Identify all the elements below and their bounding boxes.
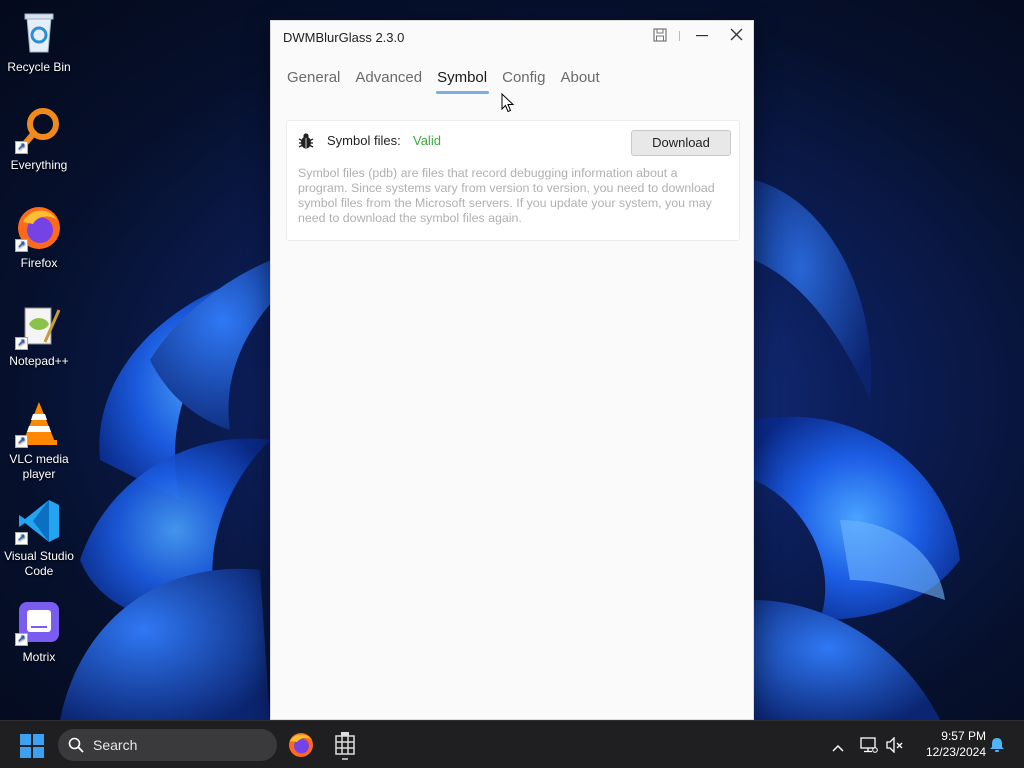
close-icon — [730, 28, 743, 44]
title-bar[interactable]: DWMBlurGlass 2.3.0 — [271, 21, 753, 53]
download-button[interactable]: Download — [631, 130, 731, 156]
desktop-icon-label: Notepad++ — [9, 354, 69, 368]
shortcut-arrow-icon: ↗ — [15, 633, 28, 646]
symbol-files-card: Symbol files: Valid Download Symbol file… — [286, 120, 740, 241]
windows-logo-icon — [20, 734, 31, 745]
tray-overflow-button[interactable] — [828, 721, 848, 768]
motrix-icon: ↗ — [15, 598, 63, 646]
search-icon — [68, 737, 84, 753]
minimize-button[interactable] — [685, 21, 719, 51]
vlc-icon: ↗ — [15, 400, 63, 448]
firefox-icon — [285, 733, 317, 765]
firefox-icon: ↗ — [15, 204, 63, 252]
tab-about[interactable]: About — [560, 69, 607, 94]
save-icon — [653, 27, 667, 45]
desktop-icon-vlc[interactable]: ↗ VLC media player — [0, 400, 78, 482]
symbol-description: Symbol files (pdb) are files that record… — [298, 166, 715, 225]
clock-time: 9:57 PM — [941, 729, 986, 743]
volume-muted-icon — [886, 736, 904, 758]
everything-icon: ↗ — [15, 106, 63, 154]
symbol-files-label: Symbol files: — [327, 133, 401, 148]
desktop-icon-label: Visual Studio Code — [4, 549, 74, 578]
taskbar-firefox[interactable] — [285, 729, 317, 761]
dwmblurglass-app-icon — [329, 732, 361, 765]
start-button[interactable] — [20, 734, 44, 758]
desktop-icon-everything[interactable]: ↗ Everything — [0, 106, 78, 173]
tab-bar: General Advanced Symbol Config About — [287, 69, 615, 94]
desktop-icon-label: Motrix — [22, 650, 56, 664]
clock-date: 12/23/2024 — [925, 745, 986, 759]
shortcut-arrow-icon: ↗ — [15, 239, 28, 252]
shortcut-arrow-icon: ↗ — [15, 435, 28, 448]
shortcut-arrow-icon: ↗ — [15, 337, 28, 350]
desktop-icon-label: Everything — [10, 158, 68, 172]
taskbar-clock[interactable]: 9:57 PM 12/23/2024 — [912, 728, 986, 760]
minimize-icon — [696, 28, 708, 44]
tray-network-button[interactable] — [858, 721, 880, 768]
tab-advanced[interactable]: Advanced — [355, 69, 430, 94]
desktop-icon-firefox[interactable]: ↗ Firefox — [0, 204, 78, 271]
mouse-cursor-icon — [501, 92, 515, 113]
taskbar: Search 9:57 PM 12/23/2024 — [0, 720, 1024, 768]
notifications-button[interactable] — [988, 721, 1006, 768]
notepadpp-icon: ↗ — [15, 302, 63, 350]
shortcut-arrow-icon: ↗ — [15, 141, 28, 154]
network-icon — [860, 737, 878, 758]
desktop-icon-label: Firefox — [20, 256, 58, 270]
taskbar-dwmblurglass[interactable] — [329, 729, 361, 761]
vscode-icon: ↗ — [15, 497, 63, 545]
bell-icon — [989, 737, 1005, 758]
tab-general[interactable]: General — [287, 69, 348, 94]
dwmblurglass-window: DWMBlurGlass 2.3.0 General Advanced Symb… — [270, 20, 754, 720]
desktop-icon-recycle-bin[interactable]: Recycle Bin — [0, 8, 78, 75]
close-button[interactable] — [719, 21, 753, 51]
bug-icon — [297, 132, 315, 150]
tray-volume-button[interactable] — [884, 721, 906, 768]
window-title: DWMBlurGlass 2.3.0 — [283, 30, 405, 45]
tab-config[interactable]: Config — [502, 69, 553, 94]
desktop-icon-vscode[interactable]: ↗ Visual Studio Code — [0, 497, 78, 579]
symbol-status: Valid — [413, 133, 441, 148]
desktop-icon-label: VLC media player — [9, 452, 69, 481]
desktop-icon-motrix[interactable]: ↗ Motrix — [0, 598, 78, 665]
desktop-icon-notepadpp[interactable]: ↗ Notepad++ — [0, 302, 78, 369]
desktop-icon-label: Recycle Bin — [7, 60, 71, 74]
recycle-bin-icon — [15, 8, 63, 56]
search-placeholder: Search — [93, 737, 138, 753]
chevron-up-icon — [832, 739, 844, 757]
tab-symbol[interactable]: Symbol — [436, 69, 495, 94]
taskbar-search[interactable]: Search — [58, 729, 277, 761]
shortcut-arrow-icon: ↗ — [15, 532, 28, 545]
